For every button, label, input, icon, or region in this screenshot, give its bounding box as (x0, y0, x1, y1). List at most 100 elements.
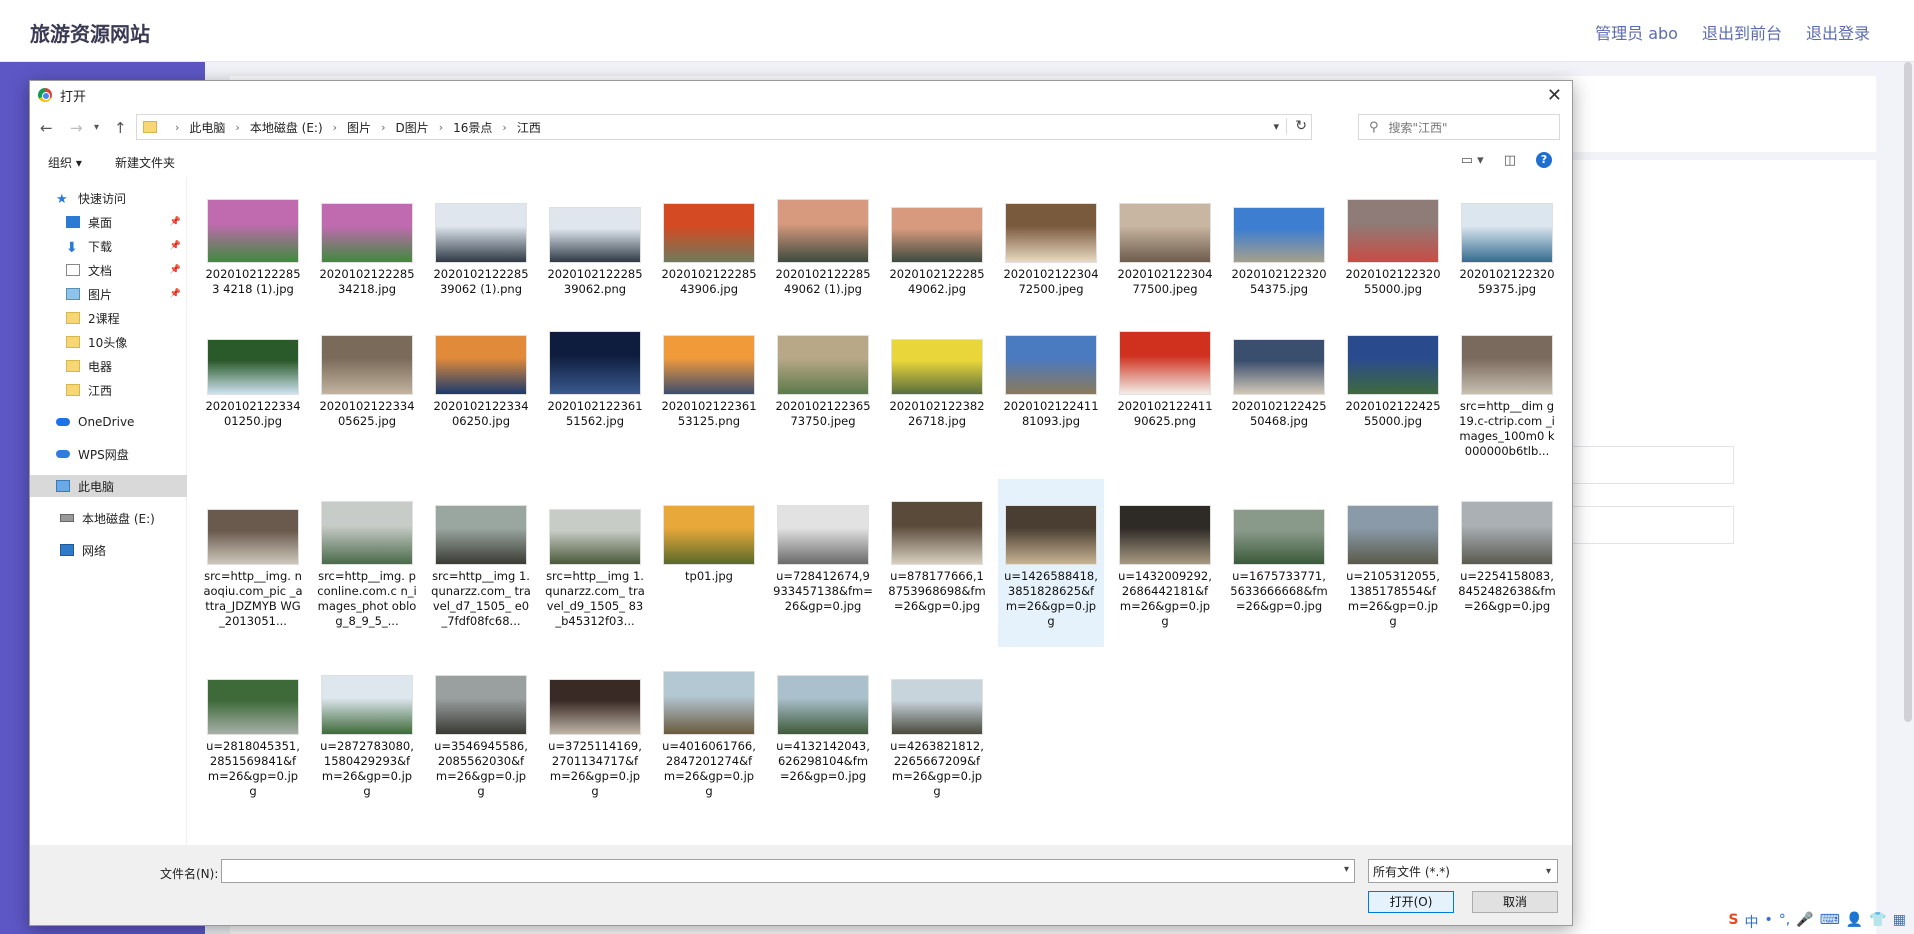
pin-icon: 📌 (169, 265, 181, 275)
admin-user-link[interactable]: 管理员 abo (1595, 20, 1678, 44)
up-arrow-icon[interactable]: ↑ (114, 119, 127, 137)
file-tile[interactable]: 2020102122365 73750.jpeg (770, 309, 876, 477)
nav-item[interactable]: WPS网盘 (30, 443, 187, 465)
file-tile[interactable]: 2020102122361 51562.jpg (542, 309, 648, 477)
skin-icon[interactable]: 👕 (1869, 912, 1886, 932)
address-bar[interactable]: › 此电脑 › 本地磁盘 (E:) › 图片 › D图片 › 16景点 › 江西 ▾ ↻ (136, 114, 1312, 140)
file-tile[interactable]: u=4132142043, 626298104&fm =26&gp=0.jpg (770, 649, 876, 813)
cancel-button[interactable]: 取消 (1472, 891, 1558, 913)
nav-item[interactable]: 桌面 📌 (30, 211, 187, 233)
file-tile[interactable]: u=878177666,1 8753968698&fm =26&gp=0.jpg (884, 479, 990, 647)
ime-punct[interactable]: • (1765, 912, 1773, 932)
dialog-titlebar[interactable]: 打开 ✕ (30, 81, 1572, 109)
file-name: 2020102122285 49062 (1).jpg (775, 267, 871, 296)
file-tile[interactable]: src=http__img 1.qunarzz.com_ travel_d7_1… (428, 479, 534, 647)
file-tile[interactable]: u=4016061766, 2847201274&f m=26&gp=0.jp … (656, 649, 762, 813)
nav-item-label: 电器 (88, 359, 113, 374)
breadcrumb-item[interactable]: 本地磁盘 (E:) (250, 119, 323, 136)
refresh-icon[interactable]: ↻ (1286, 118, 1307, 134)
breadcrumb-item[interactable]: D图片 (395, 119, 428, 136)
file-tile[interactable]: 2020102122425 50468.jpg (1226, 309, 1332, 477)
ime-symbol[interactable]: °, (1779, 912, 1790, 932)
nav-item[interactable]: 江西 (30, 379, 187, 401)
network-icon (60, 544, 74, 556)
ime-mode[interactable]: 中 (1745, 912, 1759, 932)
file-name: 2020102122334 06250.jpg (433, 399, 529, 428)
new-folder-button[interactable]: 新建文件夹 (115, 154, 175, 171)
help-icon[interactable]: ? (1536, 152, 1552, 168)
file-name: 2020102122411 81093.jpg (1003, 399, 1099, 428)
file-tile[interactable]: src=http__img. pconline.com.c n_images_p… (314, 479, 420, 647)
sogou-icon[interactable]: S (1728, 912, 1738, 932)
file-tile[interactable]: 2020102122382 26718.jpg (884, 309, 990, 477)
image-thumbnail (1005, 335, 1097, 395)
microphone-icon[interactable]: 🎤 (1796, 912, 1813, 932)
page-scrollbar[interactable] (1904, 62, 1912, 722)
nav-item-label: 快速访问 (78, 191, 127, 206)
recent-locations-chevron-icon[interactable]: ▾ (94, 122, 99, 133)
filename-dropdown-icon[interactable]: ▾ (1344, 864, 1349, 875)
file-tile[interactable]: 2020102122411 90625.png (1112, 309, 1218, 477)
file-tile[interactable]: 2020102122334 05625.jpg (314, 309, 420, 477)
document-icon (66, 264, 80, 276)
file-tile[interactable]: 2020102122411 81093.jpg (998, 309, 1104, 477)
file-tile[interactable]: u=2818045351, 2851569841&f m=26&gp=0.jp … (200, 649, 306, 813)
address-dropdown-icon[interactable]: ▾ (1273, 120, 1279, 133)
breadcrumb-item[interactable]: 江西 (517, 119, 541, 136)
search-input[interactable]: ⚲ 搜索"江西" (1358, 114, 1560, 140)
back-arrow-icon[interactable]: ← (40, 119, 53, 137)
file-tile[interactable]: tp01.jpg (656, 479, 762, 647)
file-tile[interactable]: 2020102122425 55000.jpg (1340, 309, 1446, 477)
nav-item[interactable]: 文档 📌 (30, 259, 187, 281)
file-tile[interactable]: src=http__img 1.qunarzz.com_ travel_d9_1… (542, 479, 648, 647)
nav-item[interactable]: 本地磁盘 (E:) (30, 507, 187, 529)
breadcrumb-item[interactable]: 16景点 (453, 119, 492, 136)
nav-item[interactable]: 10头像 (30, 331, 187, 353)
user-icon[interactable]: 👤 (1846, 912, 1863, 932)
file-tile[interactable]: u=2872783080, 1580429293&f m=26&gp=0.jp … (314, 649, 420, 813)
file-tile[interactable]: u=1432009292, 2686442181&f m=26&gp=0.jp … (1112, 479, 1218, 647)
nav-item[interactable]: 此电脑 (30, 475, 187, 497)
file-tile[interactable]: u=4263821812, 2265667209&f m=26&gp=0.jp … (884, 649, 990, 813)
file-name: 2020102122285 39062.png (547, 267, 643, 296)
back-to-frontend-link[interactable]: 退出到前台 (1702, 20, 1782, 44)
file-tile[interactable]: src=http__dim g19.c-ctrip.com _images_10… (1454, 309, 1560, 477)
change-view-icon[interactable]: ▭ ▾ (1461, 153, 1484, 168)
pictures-icon (66, 288, 80, 300)
close-button[interactable]: ✕ (1547, 85, 1562, 106)
keyboard-icon[interactable]: ⌨ (1820, 912, 1840, 932)
open-button[interactable]: 打开(O) (1368, 891, 1454, 913)
file-tile[interactable]: u=2105312055, 1385178554&f m=26&gp=0.jp … (1340, 479, 1446, 647)
nav-item[interactable]: OneDrive (30, 411, 187, 433)
nav-item[interactable]: 网络 (30, 539, 187, 561)
file-tile[interactable]: u=3546945586, 2085562030&f m=26&gp=0.jp … (428, 649, 534, 813)
file-tile[interactable]: 2020102122334 06250.jpg (428, 309, 534, 477)
file-name: tp01.jpg (685, 569, 733, 583)
file-tile[interactable]: u=1675733771, 5633666668&fm =26&gp=0.jpg (1226, 479, 1332, 647)
nav-item[interactable]: 电器 (30, 355, 187, 377)
nav-item[interactable]: ★ 快速访问 (30, 187, 187, 209)
file-tile[interactable]: 2020102122361 53125.png (656, 309, 762, 477)
file-tile[interactable]: u=3725114169, 2701134717&f m=26&gp=0.jp … (542, 649, 648, 813)
nav-item[interactable]: 2课程 (30, 307, 187, 329)
forward-arrow-icon[interactable]: → (70, 119, 83, 137)
filetype-select[interactable]: 所有文件 (*.*) ▾ (1368, 859, 1558, 883)
desktop-icon (66, 216, 80, 228)
toolbox-icon[interactable]: ▦ (1893, 912, 1906, 932)
preview-pane-icon[interactable]: ◫ (1504, 153, 1516, 168)
ime-toolbar: S 中 • °, 🎤 ⌨ 👤 👕 ▦ (1728, 912, 1906, 932)
nav-item[interactable]: ⬇ 下载 📌 (30, 235, 187, 257)
breadcrumb-item[interactable]: 图片 (347, 119, 371, 136)
file-tile[interactable]: u=2254158083, 8452482638&fm =26&gp=0.jpg (1454, 479, 1560, 647)
file-tile[interactable]: u=728412674,9 933457138&fm= 26&gp=0.jpg (770, 479, 876, 647)
file-tile[interactable]: 2020102122334 01250.jpg (200, 309, 306, 477)
image-thumbnail (207, 199, 299, 263)
file-name: 2020102122304 72500.jpeg (1003, 267, 1099, 296)
file-tile[interactable]: u=1426588418, 3851828625&f m=26&gp=0.jp … (998, 479, 1104, 647)
organize-button[interactable]: 组织 ▾ (48, 154, 82, 171)
filename-input[interactable] (221, 859, 1355, 883)
nav-item[interactable]: 图片 📌 (30, 283, 187, 305)
breadcrumb-item[interactable]: 此电脑 (189, 119, 225, 136)
file-tile[interactable]: src=http__img. naoqiu.com_pic _attra_JDZ… (200, 479, 306, 647)
logout-link[interactable]: 退出登录 (1806, 20, 1870, 44)
